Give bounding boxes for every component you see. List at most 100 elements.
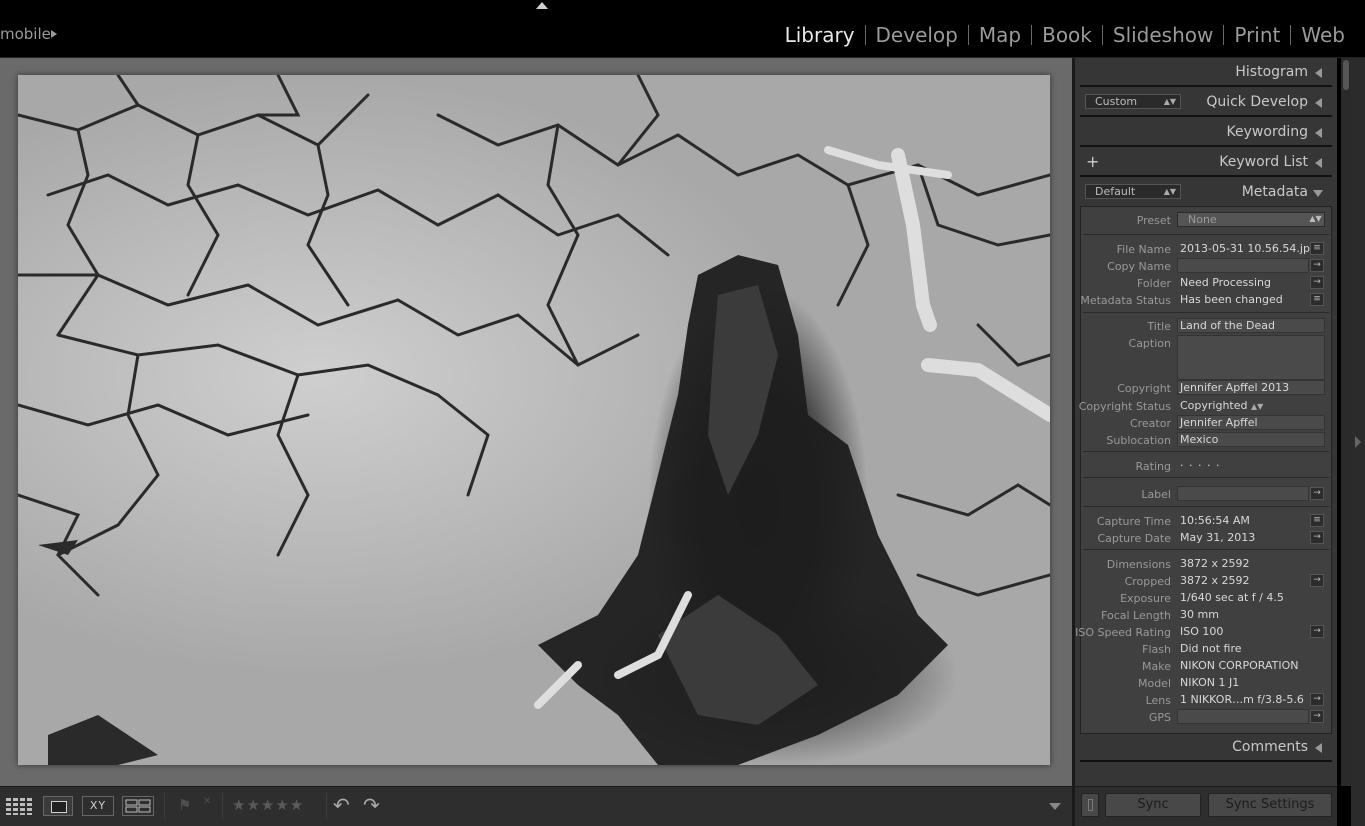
histogram-panel-header[interactable]: Histogram <box>1075 58 1337 88</box>
go-arrow-icon[interactable]: → <box>1310 693 1324 706</box>
metadata-row-folder: Folder Need Processing → <box>1081 275 1331 292</box>
list-icon[interactable]: ≡ <box>1310 293 1324 306</box>
metadata-row-iso: ISO Speed Rating ISO 100 → <box>1075 624 1331 641</box>
capture-time-value: 10:56:54 AM <box>1180 514 1250 527</box>
go-arrow-icon[interactable]: → <box>1310 487 1324 500</box>
grid-view-icon[interactable] <box>5 796 35 816</box>
keyword-list-panel-header[interactable]: + Keyword List <box>1075 148 1337 178</box>
survey-view-icon[interactable] <box>122 796 154 816</box>
rotate-right-icon[interactable]: ↷ <box>363 795 385 816</box>
scrollbar-thumb[interactable] <box>1343 60 1349 90</box>
panel-divider <box>1080 145 1332 147</box>
collapse-top-panel-icon[interactable] <box>536 2 548 9</box>
field-label: Title <box>1147 320 1171 333</box>
go-arrow-icon[interactable]: → <box>1310 625 1324 638</box>
collapse-triangle-icon[interactable] <box>1315 128 1322 138</box>
select-value: Default <box>1095 185 1136 198</box>
file-name-field[interactable]: 2013-05-31 10.56.54.jpg <box>1180 242 1317 255</box>
metadata-view-select[interactable]: Default ▲▼ <box>1085 184 1181 199</box>
expand-triangle-icon[interactable] <box>1313 190 1323 197</box>
collapse-triangle-icon[interactable] <box>1315 98 1322 108</box>
go-arrow-icon[interactable]: → <box>1310 531 1324 544</box>
compare-view-icon[interactable]: XY <box>82 796 114 816</box>
auto-sync-toggle[interactable] <box>1081 793 1099 817</box>
dimensions-value: 3872 x 2592 <box>1180 557 1250 570</box>
right-panel-scrollbar[interactable] <box>1341 58 1351 786</box>
module-web[interactable]: Web <box>1291 22 1355 48</box>
capture-date-value: May 31, 2013 <box>1180 531 1256 544</box>
star-rating[interactable]: ★★★★★ <box>232 796 322 816</box>
module-print[interactable]: Print <box>1224 22 1290 48</box>
metadata-row-capture-time: Capture Time 10:56:54 AM ≡ <box>1081 513 1331 530</box>
copyright-value: Jennifer Apffel 2013 <box>1180 381 1290 394</box>
gps-field[interactable] <box>1177 709 1309 724</box>
field-label: Copy Name <box>1107 260 1171 273</box>
collapse-triangle-icon[interactable] <box>1315 158 1322 168</box>
caption-field[interactable] <box>1177 335 1325 380</box>
photo-preview[interactable] <box>18 75 1050 765</box>
sync-settings-button[interactable]: Sync Settings <box>1208 793 1332 817</box>
list-icon[interactable]: ≡ <box>1310 514 1324 527</box>
metadata-status-value: Has been changed <box>1180 293 1283 306</box>
copyright-status-select[interactable]: Copyrighted ▲▼ <box>1180 399 1263 412</box>
quick-develop-preset-select[interactable]: Custom ▲▼ <box>1085 94 1181 109</box>
metadata-panel: Preset None ▲▼ File Name 2013-05-31 10.5… <box>1075 206 1332 734</box>
panel-title: Metadata <box>1241 184 1308 200</box>
select-value: Custom <box>1095 95 1138 108</box>
collapse-triangle-icon[interactable] <box>1315 743 1322 753</box>
collapse-right-panel-icon[interactable] <box>1355 436 1361 448</box>
go-arrow-icon[interactable]: → <box>1310 276 1324 289</box>
sync-button[interactable]: Sync <box>1105 793 1201 817</box>
quick-develop-panel-header[interactable]: Custom ▲▼ Quick Develop <box>1075 88 1337 118</box>
collapse-triangle-icon[interactable] <box>1315 68 1322 78</box>
copy-name-field[interactable] <box>1177 258 1309 273</box>
lens-value: 1 NIKKOR…m f/3.8-5.6 <box>1180 693 1304 706</box>
switch-icon <box>1087 798 1093 811</box>
comments-panel-header[interactable]: Comments <box>1075 733 1337 763</box>
go-arrow-icon[interactable]: → <box>1310 259 1324 272</box>
loupe-view[interactable] <box>0 58 1072 786</box>
field-label: Flash <box>1142 643 1171 656</box>
list-icon[interactable]: ≡ <box>1310 242 1324 255</box>
module-library[interactable]: Library <box>775 22 865 48</box>
field-label: Capture Date <box>1097 532 1171 545</box>
module-slideshow[interactable]: Slideshow <box>1103 22 1224 48</box>
metadata-panel-header[interactable]: Default ▲▼ Metadata <box>1075 178 1337 208</box>
exposure-value: 1/640 sec at f / 4.5 <box>1180 591 1284 604</box>
panel-divider <box>1080 175 1332 177</box>
module-book[interactable]: Book <box>1032 22 1102 48</box>
focal-length-value: 30 mm <box>1180 608 1219 621</box>
field-label: Preset <box>1136 214 1171 227</box>
label-field[interactable] <box>1177 486 1309 501</box>
go-arrow-icon[interactable]: → <box>1310 710 1324 723</box>
toolbar-separator <box>164 793 165 819</box>
identity-plate[interactable]: mobile <box>0 25 51 43</box>
field-label: Copyright Status <box>1078 400 1171 413</box>
select-value: None <box>1188 213 1217 226</box>
section-divider <box>1083 506 1329 507</box>
updown-arrows-icon: ▲▼ <box>1251 402 1264 411</box>
module-map[interactable]: Map <box>969 22 1031 48</box>
field-label: Rating <box>1135 460 1171 473</box>
add-keyword-icon[interactable]: + <box>1086 152 1099 171</box>
rotate-left-icon[interactable]: ↶ <box>333 795 355 816</box>
flag-reject-icon[interactable]: ✕ <box>203 796 215 816</box>
toolbar-separator <box>222 793 223 819</box>
field-label: GPS <box>1148 711 1171 724</box>
field-label: Label <box>1141 488 1171 501</box>
module-develop[interactable]: Develop <box>866 22 968 48</box>
select-value: Copyrighted <box>1180 399 1248 412</box>
field-label: Creator <box>1129 417 1171 430</box>
keywording-panel-header[interactable]: Keywording <box>1075 118 1337 148</box>
toolbar-options-icon[interactable] <box>1049 803 1061 810</box>
play-icon[interactable] <box>51 30 57 38</box>
metadata-row-capture-date: Capture Date May 31, 2013 → <box>1081 530 1331 547</box>
metadata-preset-select[interactable]: None ▲▼ <box>1177 212 1325 227</box>
go-arrow-icon[interactable]: → <box>1310 574 1324 587</box>
title-value: Land of the Dead <box>1180 319 1275 332</box>
loupe-view-icon[interactable] <box>43 796 73 816</box>
metadata-row-make: Make NIKON CORPORATION <box>1081 658 1331 675</box>
toolbar-separator <box>326 793 327 819</box>
flag-pick-icon[interactable]: ⚑ <box>178 796 194 816</box>
rating-control[interactable]: · · · · · <box>1180 459 1220 472</box>
